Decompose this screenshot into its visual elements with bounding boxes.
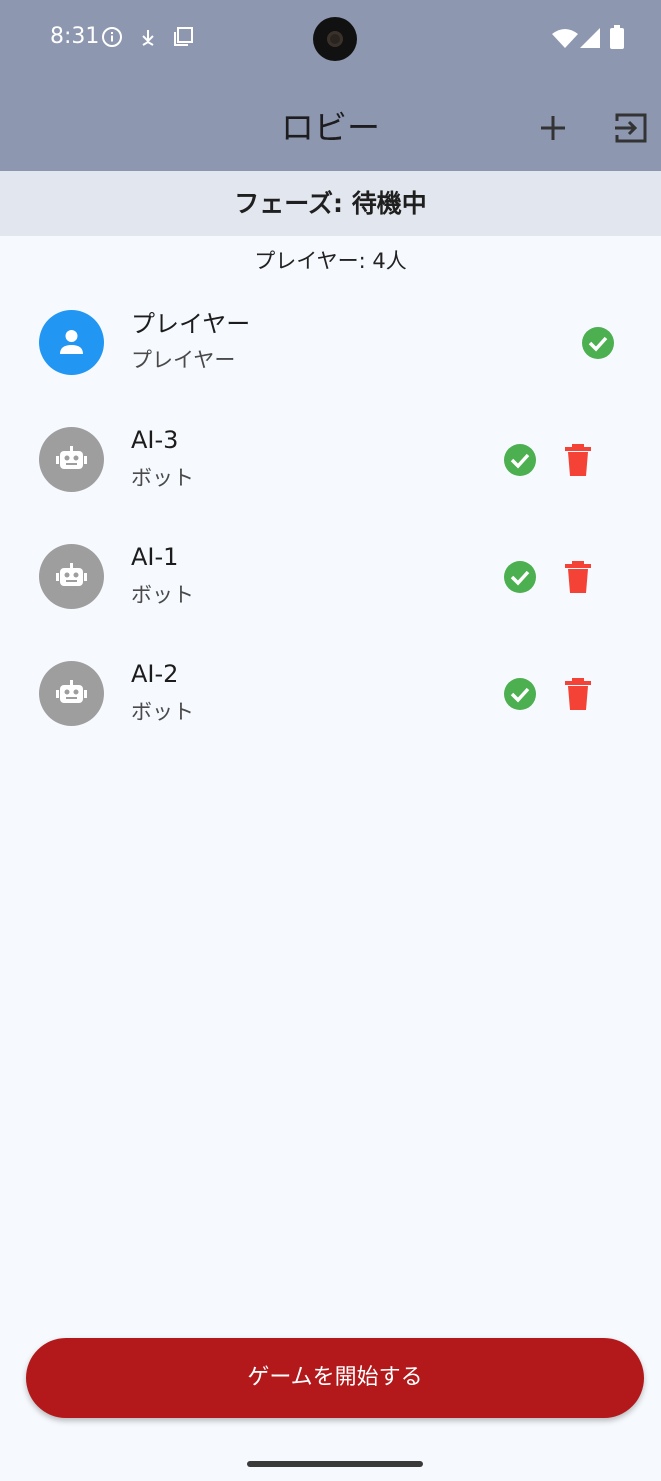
status-bar: 8:31 [0,0,661,78]
delete-bot-button[interactable] [563,560,593,594]
robot-icon [56,446,87,469]
add-icon [541,116,565,140]
player-role: ボット [131,700,194,724]
home-indicator[interactable] [247,1461,423,1467]
check-circle-icon [504,444,536,476]
info-icon [101,26,123,52]
player-name: AI-2 [131,660,179,688]
check-circle-icon [504,561,536,593]
list-item[interactable]: AI-3 ボット [0,409,661,509]
player-count: プレイヤー: 4人 [254,249,407,273]
front-camera [313,17,357,61]
robot-icon [56,680,87,703]
add-bot-button[interactable] [531,106,575,150]
list-item[interactable]: AI-1 ボット [0,526,661,626]
status-time: 8:31 [50,24,100,49]
robot-icon [56,563,87,586]
avatar [39,544,104,609]
signal-icon [580,28,600,52]
player-name: AI-1 [131,543,179,571]
avatar [39,310,104,375]
list-item[interactable]: AI-2 ボット [0,643,661,743]
list-item[interactable]: プレイヤー プレイヤー [0,292,661,392]
avatar [39,427,104,492]
exit-lobby-button[interactable] [608,106,652,150]
player-name: プレイヤー [131,310,251,338]
delete-bot-button[interactable] [563,677,593,711]
exit-icon [615,113,647,143]
avatar [39,661,104,726]
copy-icon [172,26,194,52]
download-icon [139,28,157,52]
phase-bar: フェーズ: 待機中 [0,171,661,236]
battery-icon [610,25,624,53]
player-role: プレイヤー [131,348,236,372]
start-game-button[interactable]: ゲームを開始する [26,1338,644,1418]
check-circle-icon [504,678,536,710]
delete-bot-button[interactable] [563,443,593,477]
player-role: ボット [131,583,194,607]
wifi-icon [552,28,578,52]
player-role: ボット [131,466,194,490]
phase-label: フェーズ: 待機中 [234,189,427,218]
person-icon [60,330,83,354]
check-circle-icon [582,327,614,359]
player-name: AI-3 [131,426,179,454]
